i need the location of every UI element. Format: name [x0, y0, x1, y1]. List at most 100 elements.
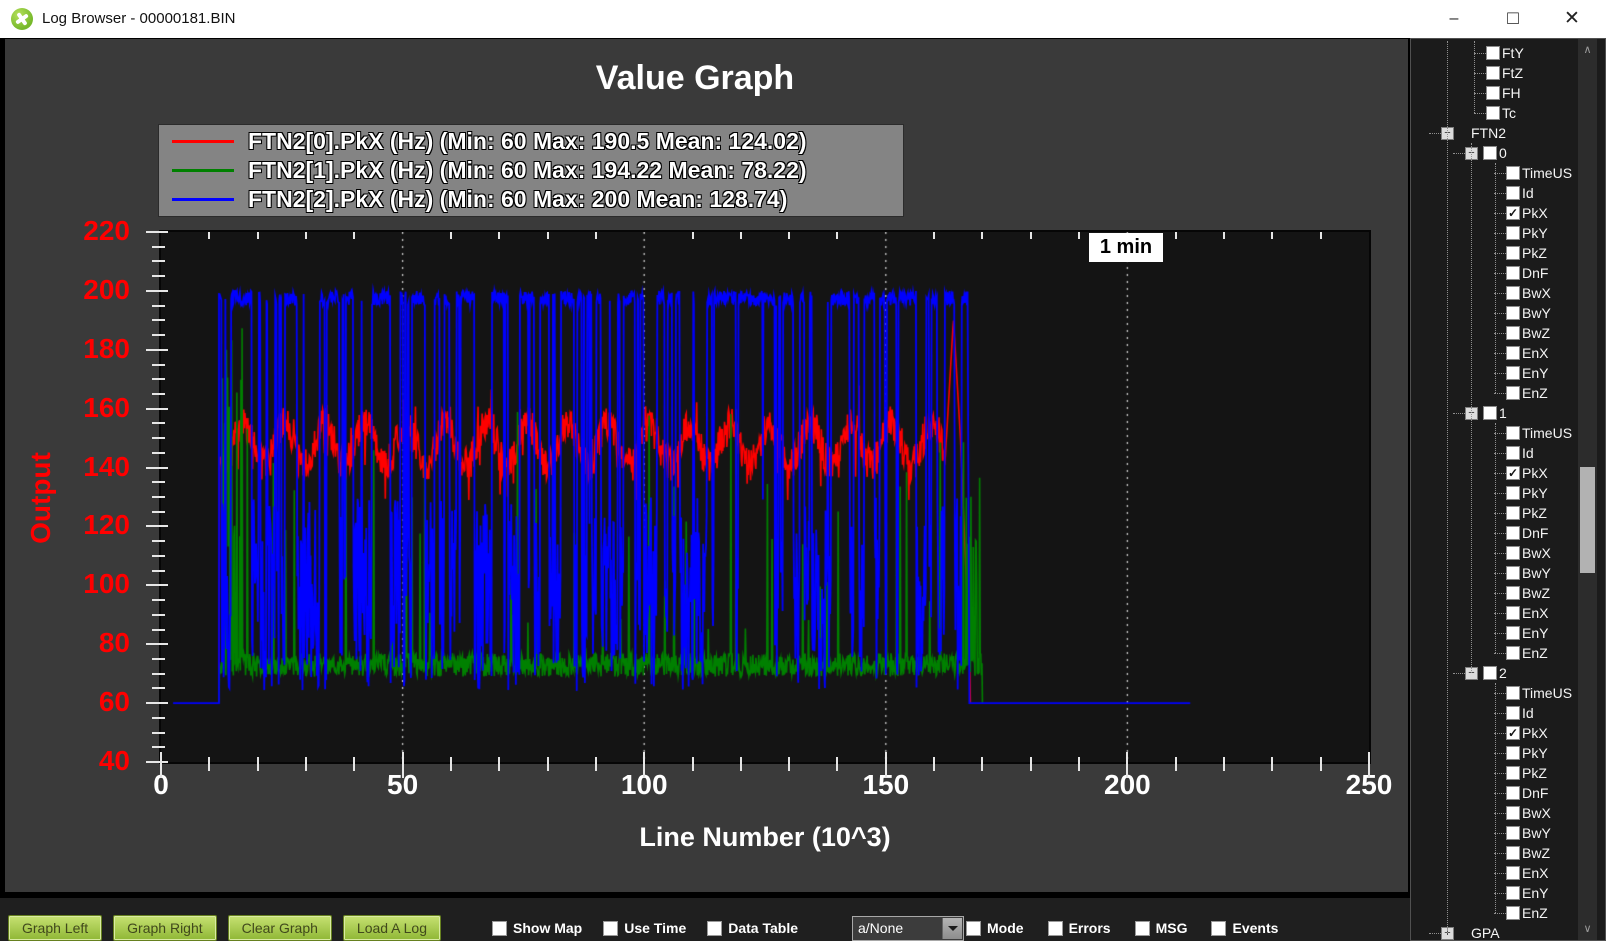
tree-row-dnf[interactable]: DnF [1411, 523, 1575, 543]
tree-label[interactable]: PkX [1522, 725, 1548, 741]
tree-checkbox[interactable] [1486, 86, 1500, 100]
scroll-down-icon[interactable]: ∨ [1578, 920, 1597, 938]
tree-row-id[interactable]: Id [1411, 183, 1575, 203]
tree-checkbox[interactable] [1506, 906, 1520, 920]
tree-label[interactable]: GPA [1471, 925, 1500, 941]
tree-row-dnf[interactable]: DnF [1411, 263, 1575, 283]
maximize-icon[interactable] [1490, 0, 1536, 38]
tree-row-eny[interactable]: EnY [1411, 883, 1575, 903]
tree-label[interactable]: PkX [1522, 465, 1548, 481]
tree-checkbox[interactable] [1506, 326, 1520, 340]
tree-row-bwx[interactable]: BwX [1411, 543, 1575, 563]
tree-checkbox[interactable] [1486, 106, 1500, 120]
tree-checkbox[interactable] [1483, 666, 1497, 680]
toolbar-check-msg[interactable]: MSG [1135, 920, 1188, 936]
tree-checkbox[interactable] [1506, 526, 1520, 540]
tree-label[interactable]: BwX [1522, 285, 1551, 301]
tree-checkbox[interactable] [1506, 806, 1520, 820]
tree-checkbox[interactable] [1506, 446, 1520, 460]
tree-row-fh[interactable]: FH [1411, 83, 1575, 103]
tree-row-eny[interactable]: EnY [1411, 363, 1575, 383]
tree-checkbox[interactable] [1506, 586, 1520, 600]
tree-scrollbar[interactable]: ∧ ∨ [1578, 39, 1597, 940]
checkbox[interactable] [707, 921, 722, 936]
graph-right-button[interactable]: Graph Right [113, 915, 216, 941]
tree-row-timeus[interactable]: TimeUS [1411, 163, 1575, 183]
tree-row-gpa[interactable]: +GPA [1411, 923, 1575, 941]
tree-row-id[interactable]: Id [1411, 703, 1575, 723]
tree-checkbox[interactable] [1506, 886, 1520, 900]
tree-label[interactable]: Id [1522, 705, 1534, 721]
tree-checkbox[interactable] [1506, 306, 1520, 320]
tree-row-pky[interactable]: PkY [1411, 223, 1575, 243]
tree-row-pkx[interactable]: ✓PkX [1411, 463, 1575, 483]
mode-dropdown[interactable]: a/None [852, 916, 964, 941]
scrollbar-thumb[interactable] [1580, 467, 1595, 573]
graph-left-button[interactable]: Graph Left [8, 915, 102, 941]
tree-checkbox[interactable] [1506, 346, 1520, 360]
tree-checkbox[interactable] [1506, 546, 1520, 560]
dropdown-arrow-icon[interactable] [942, 918, 962, 939]
tree-label[interactable]: EnY [1522, 625, 1548, 641]
tree-checkbox[interactable] [1483, 146, 1497, 160]
tree-row-id[interactable]: Id [1411, 443, 1575, 463]
toolbar-check-show-map[interactable]: Show Map [492, 920, 582, 936]
tree-checkbox[interactable] [1506, 266, 1520, 280]
tree-label[interactable]: FtZ [1502, 65, 1523, 81]
tree-checkbox[interactable]: ✓ [1506, 726, 1520, 740]
tree-row-eny[interactable]: EnY [1411, 623, 1575, 643]
tree-label[interactable]: EnY [1522, 365, 1548, 381]
tree-label[interactable]: 0 [1499, 145, 1507, 161]
tree-label[interactable]: EnX [1522, 345, 1548, 361]
tree-label[interactable]: DnF [1522, 265, 1548, 281]
tree-label[interactable]: EnX [1522, 865, 1548, 881]
tree-label[interactable]: PkX [1522, 205, 1548, 221]
tree-row-enx[interactable]: EnX [1411, 603, 1575, 623]
tree-row-enz[interactable]: EnZ [1411, 383, 1575, 403]
toolbar-check-events[interactable]: Events [1211, 920, 1278, 936]
tree-row-bwx[interactable]: BwX [1411, 283, 1575, 303]
tree-label[interactable]: Id [1522, 185, 1534, 201]
tree-label[interactable]: FtY [1502, 45, 1524, 61]
tree-row-bwy[interactable]: BwY [1411, 823, 1575, 843]
plot-canvas[interactable] [161, 232, 1369, 762]
tree-row-0[interactable]: −0 [1411, 143, 1575, 163]
tree-checkbox[interactable] [1506, 786, 1520, 800]
tree-checkbox[interactable] [1486, 66, 1500, 80]
tree-label[interactable]: TimeUS [1522, 165, 1572, 181]
tree-label[interactable]: PkZ [1522, 505, 1547, 521]
toolbar-check-mode[interactable]: Mode [966, 920, 1024, 936]
tree-label[interactable]: TimeUS [1522, 425, 1572, 441]
tree-checkbox[interactable] [1506, 606, 1520, 620]
tree-row-pkz[interactable]: PkZ [1411, 243, 1575, 263]
tree-checkbox[interactable] [1506, 866, 1520, 880]
tree-checkbox[interactable] [1506, 566, 1520, 580]
tree-row-ftn2[interactable]: −FTN2 [1411, 123, 1575, 143]
tree-label[interactable]: EnZ [1522, 385, 1548, 401]
tree-checkbox[interactable] [1506, 166, 1520, 180]
tree-checkbox[interactable]: ✓ [1506, 206, 1520, 220]
tree-label[interactable]: PkZ [1522, 765, 1547, 781]
tree-row-enz[interactable]: EnZ [1411, 643, 1575, 663]
tree-row-enx[interactable]: EnX [1411, 863, 1575, 883]
tree-label[interactable]: BwZ [1522, 845, 1550, 861]
tree-checkbox[interactable] [1506, 766, 1520, 780]
tree-label[interactable]: EnZ [1522, 905, 1548, 921]
tree-label[interactable]: BwY [1522, 825, 1551, 841]
minimize-icon[interactable] [1431, 0, 1477, 38]
tree-checkbox[interactable] [1506, 286, 1520, 300]
checkbox[interactable] [1048, 921, 1063, 936]
tree-row-pkx[interactable]: ✓PkX [1411, 203, 1575, 223]
tree-row-dnf[interactable]: DnF [1411, 783, 1575, 803]
tree-label[interactable]: Id [1522, 445, 1534, 461]
tree-row-tc[interactable]: Tc [1411, 103, 1575, 123]
tree-label[interactable]: BwY [1522, 305, 1551, 321]
toolbar-check-use-time[interactable]: Use Time [603, 920, 686, 936]
tree-label[interactable]: PkZ [1522, 245, 1547, 261]
tree-label[interactable]: BwZ [1522, 325, 1550, 341]
tree-checkbox[interactable] [1506, 846, 1520, 860]
toolbar-check-data-table[interactable]: Data Table [707, 920, 798, 936]
tree-row-enx[interactable]: EnX [1411, 343, 1575, 363]
tree-label[interactable]: BwY [1522, 565, 1551, 581]
tree-checkbox[interactable] [1506, 186, 1520, 200]
